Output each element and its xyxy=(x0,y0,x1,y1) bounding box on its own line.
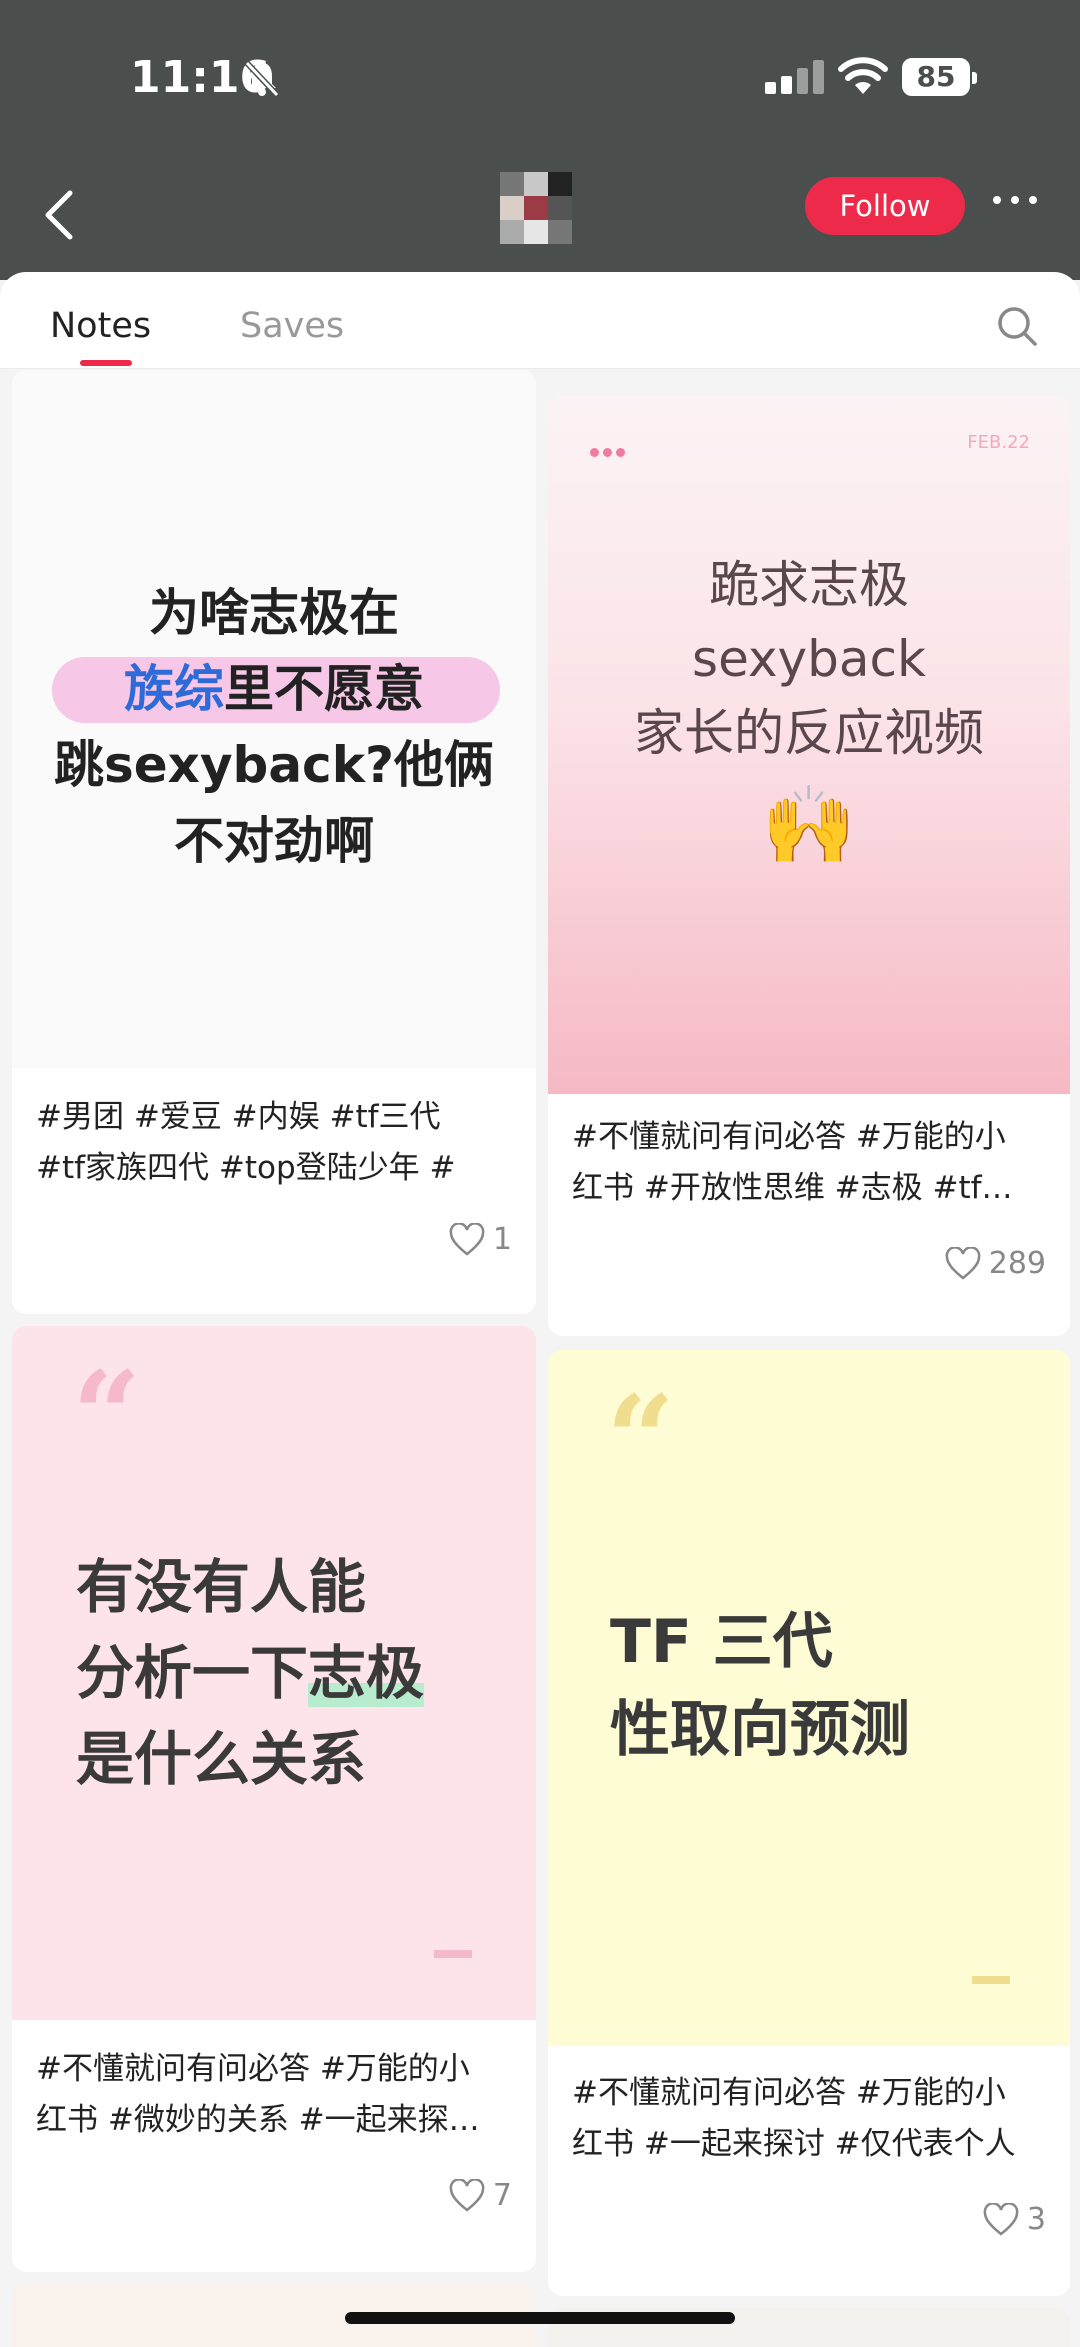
heart-icon xyxy=(983,2202,1019,2236)
battery-indicator: 85 xyxy=(902,58,977,96)
note-card[interactable]: “ 有没有人能 分析一下志极 是什么关系 #不懂就问有问必答 #万能的小 红书 … xyxy=(12,1326,536,2272)
note-caption: #不懂就问有问必答 #万能的小 红书 #开放性思维 #志极 #tf… xyxy=(572,1119,1013,1206)
cover-dash xyxy=(972,1976,1010,1984)
quote-mark-icon: “ xyxy=(606,1369,676,1510)
cover-text-line: 有没有人能 xyxy=(76,1553,367,1621)
avatar[interactable] xyxy=(500,172,572,244)
note-cover: 为啥志极在 族综里不愿意 跳sexyback?他俩 不对劲啊 xyxy=(12,370,536,1068)
profile-tabs: Notes Saves xyxy=(0,272,1080,369)
tab-notes[interactable]: Notes xyxy=(50,306,151,346)
raised-hands-emoji: 🙌 xyxy=(761,780,857,869)
tab-active-indicator xyxy=(80,360,132,366)
note-caption: #不懂就问有问必答 #万能的小 红书 #微妙的关系 #一起来探… xyxy=(36,2051,480,2138)
cover-text-line: 家长的反应视频 xyxy=(634,704,984,762)
search-icon[interactable] xyxy=(995,304,1039,348)
like-count-value: 3 xyxy=(1026,2202,1046,2237)
like-count-value: 289 xyxy=(988,1246,1046,1281)
like-count[interactable]: 7 xyxy=(449,2178,512,2213)
wifi-icon xyxy=(838,57,888,94)
note-card[interactable]: FEB.22 跪求志极 sexyback 家长的反应视频 🙌 #不懂就问有问必答… xyxy=(548,396,1070,1336)
quote-mark-icon: “ xyxy=(72,1345,142,1486)
back-arrow-icon[interactable] xyxy=(40,185,80,245)
cover-text-line: 是什么关系 xyxy=(76,1725,367,1793)
like-count[interactable]: 3 xyxy=(983,2202,1046,2237)
heart-icon xyxy=(449,1222,485,1256)
cover-text-line: 性取向预测 xyxy=(610,1695,910,1765)
heart-icon xyxy=(449,2178,485,2212)
tab-saves[interactable]: Saves xyxy=(240,306,344,346)
note-cover: FEB.22 跪求志极 sexyback 家长的反应视频 🙌 xyxy=(548,396,1070,1094)
heart-icon xyxy=(945,1246,981,1280)
cover-dots xyxy=(590,442,625,461)
cover-date: FEB.22 xyxy=(967,432,1030,453)
home-indicator[interactable] xyxy=(345,2312,735,2324)
cover-text-line: 跪求志极 xyxy=(709,556,909,614)
status-bar: 11:16 85 xyxy=(0,0,1080,160)
cover-text-line: sexyback xyxy=(692,630,926,688)
more-options-icon[interactable] xyxy=(990,190,1040,210)
cover-text-line: 跳sexyback?他俩 xyxy=(54,736,494,794)
cover-highlight-text: 族综 xyxy=(124,660,224,718)
note-card[interactable]: “ TF 三代 性取向预测 #不懂就问有问必答 #万能的小 红书 #一起来探讨 … xyxy=(548,1350,1070,2296)
like-count-value: 1 xyxy=(492,1222,512,1257)
like-count[interactable]: 289 xyxy=(945,1246,1046,1281)
follow-button[interactable]: Follow xyxy=(805,177,965,235)
note-cover: “ 有没有人能 分析一下志极 是什么关系 xyxy=(12,1326,536,2020)
cover-dash xyxy=(434,1950,472,1958)
note-caption: #男团 #爱豆 #内娱 #tf三代 #tf家族四代 #top登陆少年 # xyxy=(36,1099,456,1186)
cover-text-line: 为啥志极在 xyxy=(149,584,399,642)
cover-text-line: 族综里不愿意 xyxy=(12,651,536,727)
bell-muted-icon xyxy=(244,60,280,98)
cellular-signal-icon xyxy=(765,60,829,94)
cover-text-line: 不对劲啊 xyxy=(174,812,374,870)
cover-text-line: 分析一下志极 xyxy=(76,1639,425,1707)
profile-header: Follow xyxy=(0,160,1080,280)
note-caption: #不懂就问有问必答 #万能的小 红书 #一起来探讨 #仅代表个人 xyxy=(572,2075,1016,2162)
note-cover: “ TF 三代 性取向预测 xyxy=(548,1350,1070,2046)
note-card[interactable]: 为啥志极在 族综里不愿意 跳sexyback?他俩 不对劲啊 #男团 #爱豆 #… xyxy=(12,370,536,1314)
like-count-value: 7 xyxy=(492,2178,512,2213)
cover-text-line: TF 三代 xyxy=(610,1607,833,1677)
like-count[interactable]: 1 xyxy=(449,1222,512,1257)
